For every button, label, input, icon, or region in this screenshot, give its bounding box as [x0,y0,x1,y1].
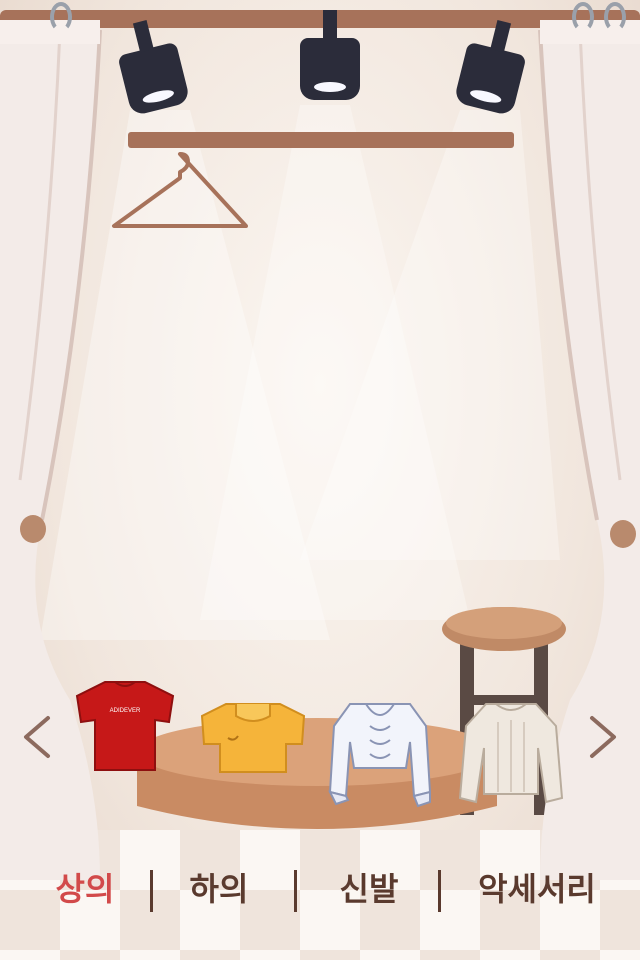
category-tabs: 상의 하의 신발 악세서리 [0,862,640,916]
dressing-room-scene: ADIDEVER 상의 하의 신발 악세서리 [0,0,640,960]
clothing-item-yellow-tshirt[interactable] [200,700,306,776]
arrow-left-icon[interactable] [18,712,58,762]
tshirt-print-text: ADIDEVER [110,708,141,714]
clothing-item-cream-knit-sweater[interactable] [458,698,564,808]
clothing-item-red-tshirt[interactable]: ADIDEVER [75,678,175,774]
tab-divider [294,870,297,912]
display-pedestal [137,718,497,829]
right-curtain-tie [610,520,636,548]
curtain-ring-icon [604,2,626,32]
hanger-icon [112,152,248,228]
clothing-item-white-ruffle-blouse[interactable] [326,696,434,808]
tab-shoes[interactable]: 신발 [314,862,424,916]
tab-bottoms[interactable]: 하의 [164,862,274,916]
tab-tops[interactable]: 상의 [30,862,140,916]
curtain-ring-icon [50,2,72,32]
curtain-ring-icon [572,2,594,32]
spotlight-icon [300,10,360,100]
left-curtain-tie [20,515,46,543]
tab-accessories[interactable]: 악세서리 [452,862,622,916]
tab-divider [438,870,441,912]
arrow-right-icon[interactable] [582,712,622,762]
tab-divider [150,870,153,912]
clothes-rail [128,132,514,148]
